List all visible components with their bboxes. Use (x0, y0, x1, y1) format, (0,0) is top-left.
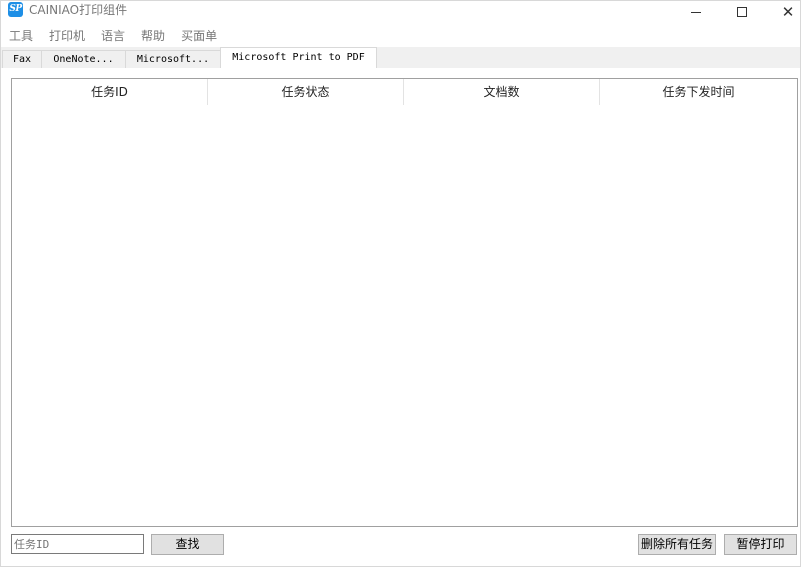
tab-microsoft-print-to-pdf[interactable]: Microsoft Print to PDF (220, 47, 377, 69)
find-button[interactable]: 查找 (151, 534, 224, 555)
app-logo-icon: SP (8, 2, 23, 17)
tab-content-panel: 任务ID 任务状态 文档数 任务下发时间 查找 删除所有任务 暂停打印 (1, 68, 800, 566)
column-header-doc-count[interactable]: 文档数 (404, 79, 600, 105)
printer-tabs: Fax OneNote... Microsoft... Microsoft Pr… (1, 47, 800, 69)
column-header-task-id[interactable]: 任务ID (12, 79, 208, 105)
column-header-task-status[interactable]: 任务状态 (208, 79, 404, 105)
tab-fax[interactable]: Fax (2, 50, 42, 68)
close-button[interactable]: ✕ (765, 1, 801, 23)
delete-all-tasks-button[interactable]: 删除所有任务 (638, 534, 716, 555)
menu-language[interactable]: 语言 (93, 26, 125, 46)
maximize-button[interactable] (719, 1, 765, 23)
task-table[interactable]: 任务ID 任务状态 文档数 任务下发时间 (11, 78, 798, 527)
minimize-button[interactable] (673, 1, 719, 23)
menu-tools[interactable]: 工具 (1, 26, 33, 46)
task-table-header: 任务ID 任务状态 文档数 任务下发时间 (12, 79, 797, 105)
pause-printing-button[interactable]: 暂停打印 (724, 534, 797, 555)
tab-microsoft[interactable]: Microsoft... (125, 50, 221, 68)
close-icon: ✕ (781, 2, 795, 21)
menu-help[interactable]: 帮助 (133, 26, 165, 46)
title-bar[interactable]: SP CAINIAO打印组件 ✕ (1, 1, 800, 25)
menu-bar: 工具 打印机 语言 帮助 买面单 (1, 26, 800, 46)
tab-onenote[interactable]: OneNote... (41, 50, 126, 68)
column-header-dispatch-time[interactable]: 任务下发时间 (600, 79, 797, 105)
task-id-search-input[interactable] (11, 534, 144, 554)
menu-buy-waybill[interactable]: 买面单 (173, 26, 217, 46)
window-title: CAINIAO打印组件 (29, 3, 128, 17)
menu-printer[interactable]: 打印机 (41, 26, 85, 46)
maximize-icon (737, 7, 747, 17)
app-window: SP CAINIAO打印组件 ✕ 工具 打印机 语言 帮助 买面单 Fax On… (0, 0, 801, 567)
minimize-icon (691, 11, 701, 13)
